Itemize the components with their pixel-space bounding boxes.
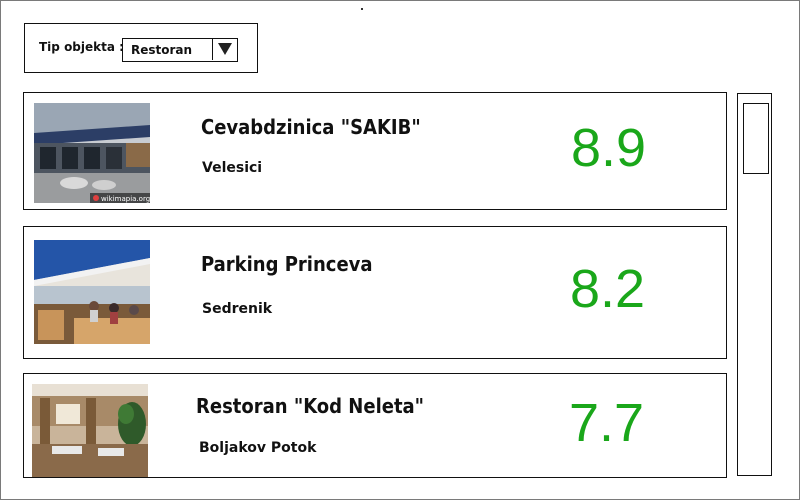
restaurant-location: Sedrenik bbox=[202, 301, 273, 317]
top-marker bbox=[361, 8, 363, 10]
filter-label: Tip objekta : bbox=[39, 40, 124, 54]
restaurant-rating: 8.2 bbox=[570, 259, 646, 319]
photo-credit: wikimapia.org bbox=[101, 195, 150, 203]
restaurant-rating: 7.7 bbox=[569, 393, 645, 453]
restaurant-name[interactable]: Cevabdzinica "SAKIB" bbox=[201, 115, 421, 139]
restaurant-photo bbox=[34, 240, 150, 344]
restaurant-photo bbox=[32, 384, 148, 477]
restaurant-location: Velesici bbox=[202, 160, 263, 176]
type-select-value: Restoran bbox=[131, 43, 193, 57]
restaurant-name[interactable]: Restoran "Kod Neleta" bbox=[196, 394, 424, 418]
restaurant-location: Boljakov Potok bbox=[199, 440, 317, 456]
restaurant-photo: wikimapia.org bbox=[34, 103, 150, 203]
result-card[interactable]: Parking Princeva Sedrenik 8.2 bbox=[23, 226, 727, 359]
type-select[interactable]: Restoran bbox=[122, 38, 238, 62]
result-card[interactable]: Restoran "Kod Neleta" Boljakov Potok 7.7 bbox=[23, 373, 727, 478]
dropdown-arrow-button[interactable] bbox=[212, 39, 237, 60]
restaurant-rating: 8.9 bbox=[571, 118, 647, 178]
scrollbar-thumb[interactable] bbox=[743, 103, 769, 174]
restaurant-name[interactable]: Parking Princeva bbox=[201, 252, 373, 276]
result-card[interactable]: wikimapia.org Cevabdzinica "SAKIB" Veles… bbox=[23, 92, 727, 210]
filter-panel: Tip objekta : Restoran bbox=[24, 23, 258, 73]
triangle-down-icon bbox=[218, 43, 232, 55]
vertical-scrollbar[interactable] bbox=[737, 93, 772, 476]
